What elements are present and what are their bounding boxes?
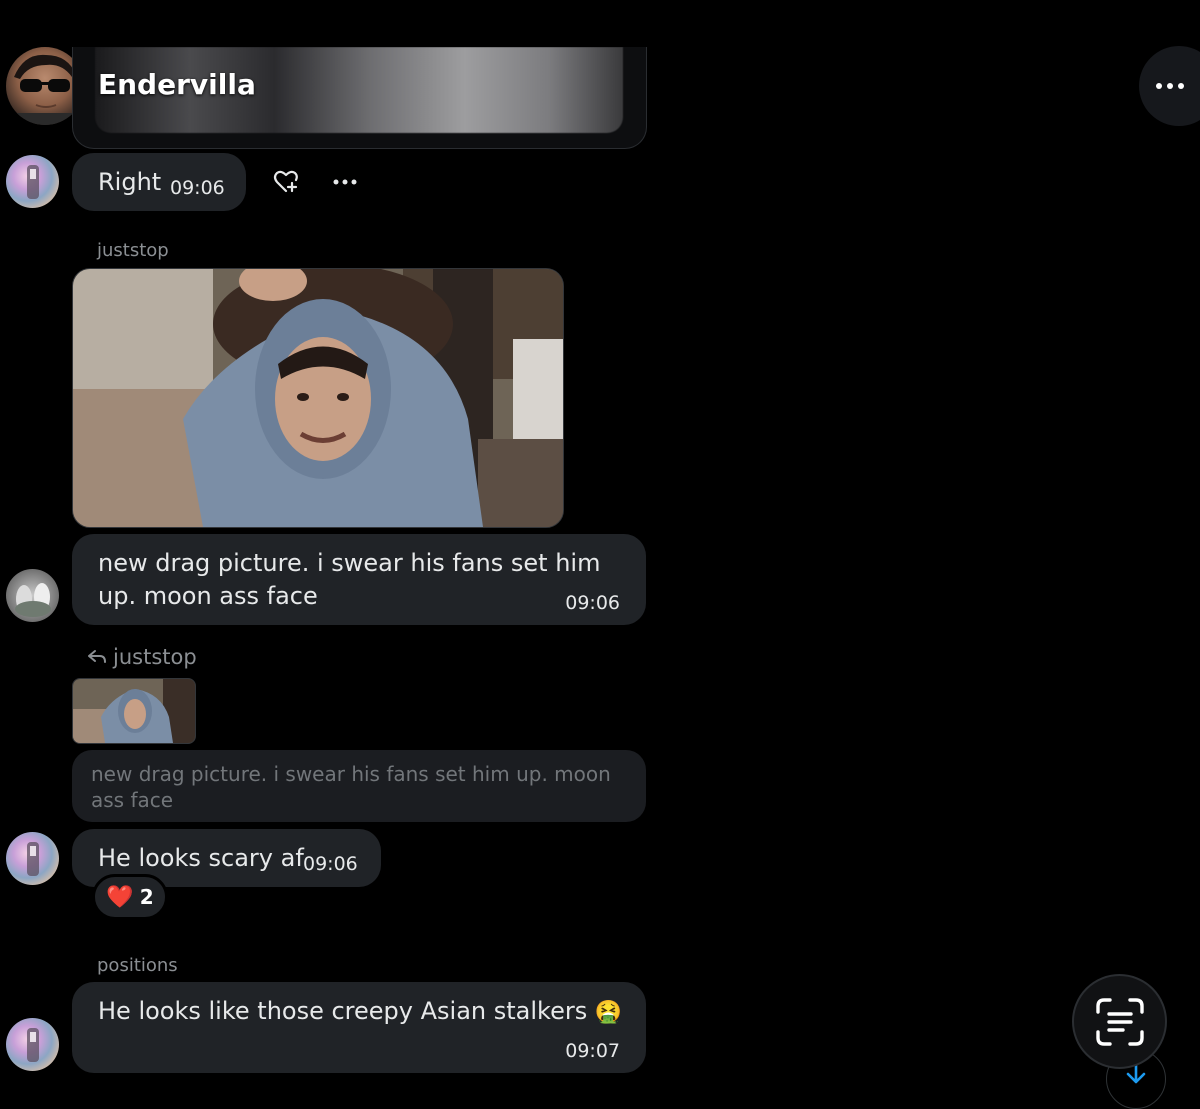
text-scan-button[interactable] [1072, 974, 1167, 1069]
message-username: juststop [97, 240, 169, 261]
message-image[interactable] [72, 268, 564, 528]
message-text-line: He looks like those creepy Asian stalker… [98, 995, 622, 1029]
nauseated-face-emoji: 🤮 [594, 1000, 623, 1025]
avatar-image [27, 842, 39, 876]
reaction-pill[interactable]: ❤️ 2 [92, 874, 168, 920]
photo-two-people-hoodies [73, 269, 563, 527]
avatar-juststop[interactable] [6, 569, 59, 622]
reply-to-username: juststop [113, 645, 197, 669]
avatar-user[interactable] [6, 832, 59, 885]
message-text: He looks like those creepy Asian stalker… [98, 997, 588, 1025]
message-time: 09:06 [303, 853, 358, 875]
message-more-button[interactable] [326, 166, 364, 198]
message-text: Right [98, 168, 162, 196]
avatar-image [27, 165, 39, 199]
quoted-text: new drag picture. i swear his fans set h… [91, 762, 611, 812]
message-time: 09:07 [565, 1040, 620, 1062]
message-text: new drag picture. i swear his fans set h… [98, 549, 601, 610]
reply-arrow-icon [88, 650, 106, 663]
message-username: positions [97, 955, 178, 976]
avatar-image [27, 1028, 39, 1062]
reaction-count: 2 [139, 885, 154, 909]
text-scan-icon [1095, 997, 1144, 1046]
photo-two-people-hoodies [73, 679, 195, 743]
conversation-more-button[interactable] [1139, 46, 1200, 126]
heart-emoji: ❤️ [106, 884, 134, 910]
more-horizontal-icon [1156, 83, 1184, 89]
more-horizontal-icon [333, 179, 357, 185]
reply-indicator: juststop [87, 645, 197, 669]
quoted-message[interactable]: new drag picture. i swear his fans set h… [72, 750, 646, 822]
avatar-image [15, 583, 51, 617]
message-time: 09:06 [565, 592, 620, 614]
message-time: 09:06 [170, 177, 225, 199]
message-text: He looks scary af [98, 844, 304, 872]
message-bubble[interactable]: Right 09:06 [72, 153, 246, 211]
avatar-user[interactable] [6, 155, 59, 208]
react-button[interactable] [268, 166, 304, 198]
message-bubble[interactable]: He looks like those creepy Asian stalker… [72, 982, 646, 1073]
quoted-image-thumbnail[interactable] [72, 678, 196, 744]
sender-name: Endervilla [98, 68, 256, 101]
heart-plus-icon [273, 170, 298, 193]
message-bubble[interactable]: new drag picture. i swear his fans set h… [72, 534, 646, 625]
avatar-user[interactable] [6, 1018, 59, 1071]
